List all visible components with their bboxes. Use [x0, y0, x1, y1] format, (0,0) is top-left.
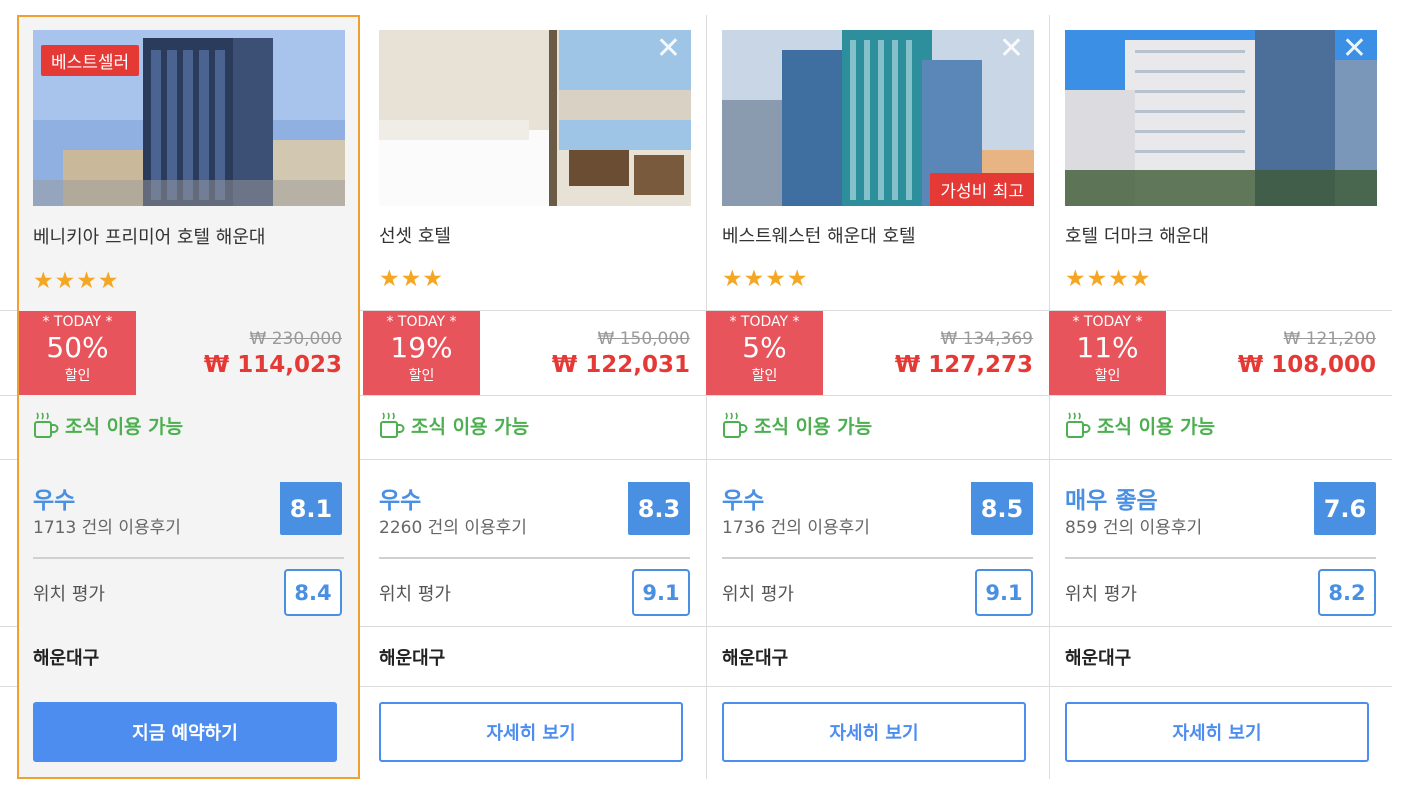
- breakfast-available: 조식 이용 가능: [379, 411, 529, 439]
- location-score: 8.4: [284, 569, 342, 616]
- breakfast-label: 조식 이용 가능: [65, 415, 184, 438]
- coffee-cup-icon: [723, 412, 748, 438]
- bestseller-badge: 베스트셀러: [41, 45, 140, 76]
- district-label: 해운대구: [33, 648, 100, 669]
- review-count[interactable]: 2260 건의 이용후기: [379, 513, 527, 538]
- discounted-price: ₩ 114,023: [203, 352, 342, 378]
- coffee-cup-icon: [380, 412, 405, 438]
- today-discount-box: * TODAY * 19% 할인: [363, 311, 480, 395]
- discount-percent: 11%: [1076, 331, 1139, 364]
- best-value-badge: 가성비 최고: [930, 173, 1034, 206]
- today-discount-box: * TODAY * 5% 할인: [706, 311, 823, 395]
- review-count[interactable]: 859 건의 이용후기: [1065, 513, 1202, 538]
- original-price: ₩ 150,000: [597, 329, 690, 349]
- hotel-card[interactable]: ✕ 선셋 호텔 ★★★ * TODAY * 19% 할인 ₩ 150,000 ₩…: [363, 15, 707, 779]
- today-label: * TODAY *: [729, 314, 800, 330]
- view-details-button[interactable]: 자세히 보기: [722, 702, 1026, 762]
- breakfast-available: 조식 이용 가능: [1065, 411, 1215, 439]
- today-discount-box: * TODAY * 11% 할인: [1049, 311, 1166, 395]
- review-score: 8.1: [280, 482, 342, 535]
- discount-percent: 5%: [742, 331, 787, 364]
- rating-word: 매우 좋음: [1065, 488, 1158, 514]
- hotel-name[interactable]: 선셋 호텔: [379, 222, 451, 248]
- hotel-card[interactable]: ✕ 호텔 더마크 해운대 ★★★★ * TODAY * 11% 할인 ₩ 121…: [1049, 15, 1392, 779]
- location-score: 8.2: [1318, 569, 1376, 616]
- discount-suffix: 할인: [64, 368, 91, 384]
- rating-word: 우수: [33, 488, 76, 514]
- location-score: 9.1: [975, 569, 1033, 616]
- discount-suffix: 할인: [751, 368, 778, 384]
- original-price: ₩ 121,200: [1283, 329, 1376, 349]
- view-details-button[interactable]: 자세히 보기: [1065, 702, 1369, 762]
- close-icon[interactable]: ✕: [999, 34, 1024, 64]
- breakfast-available: 조식 이용 가능: [33, 411, 183, 439]
- location-label: 위치 평가: [1065, 584, 1137, 605]
- review-count[interactable]: 1736 건의 이용후기: [722, 513, 870, 538]
- hotel-photo[interactable]: ✕: [379, 30, 691, 206]
- discounted-price: ₩ 108,000: [1237, 352, 1376, 378]
- location-score: 9.1: [632, 569, 690, 616]
- coffee-cup-icon: [1066, 412, 1091, 438]
- breakfast-label: 조식 이용 가능: [754, 415, 873, 438]
- divider: [722, 557, 1033, 559]
- hotel-card[interactable]: 베스트셀러 베니키아 프리미어 호텔 해운대 ★★★★ * TODAY * 50…: [17, 15, 360, 779]
- today-label: * TODAY *: [42, 314, 113, 330]
- district-label: 해운대구: [722, 648, 789, 669]
- book-now-button[interactable]: 지금 예약하기: [33, 702, 337, 762]
- discounted-price: ₩ 127,273: [894, 352, 1033, 378]
- review-score: 8.3: [628, 482, 690, 535]
- district-label: 해운대구: [379, 648, 446, 669]
- today-label: * TODAY *: [386, 314, 457, 330]
- review-count[interactable]: 1713 건의 이용후기: [33, 513, 181, 538]
- rating-word: 우수: [379, 488, 422, 514]
- discount-suffix: 할인: [1094, 368, 1121, 384]
- district-label: 해운대구: [1065, 648, 1132, 669]
- close-icon[interactable]: ✕: [656, 34, 681, 64]
- breakfast-label: 조식 이용 가능: [1097, 415, 1216, 438]
- original-price: ₩ 134,369: [940, 329, 1033, 349]
- breakfast-available: 조식 이용 가능: [722, 411, 872, 439]
- hotel-name[interactable]: 베니키아 프리미어 호텔 해운대: [33, 223, 265, 249]
- review-score: 8.5: [971, 482, 1033, 535]
- hotel-card[interactable]: ✕ 가성비 최고 베스트웨스턴 해운대 호텔 ★★★★ * TODAY * 5%…: [706, 15, 1050, 779]
- discount-percent: 19%: [390, 331, 453, 364]
- discount-percent: 50%: [46, 331, 109, 364]
- hotel-photo[interactable]: ✕: [1065, 30, 1377, 206]
- hotel-name[interactable]: 호텔 더마크 해운대: [1065, 222, 1209, 248]
- location-label: 위치 평가: [722, 584, 794, 605]
- divider: [33, 557, 344, 559]
- location-label: 위치 평가: [33, 584, 105, 605]
- divider: [1065, 557, 1376, 559]
- hotel-photo[interactable]: 베스트셀러: [33, 30, 345, 206]
- today-label: * TODAY *: [1072, 314, 1143, 330]
- original-price: ₩ 230,000: [249, 329, 342, 349]
- divider: [379, 557, 690, 559]
- breakfast-label: 조식 이용 가능: [411, 415, 530, 438]
- rating-word: 우수: [722, 488, 765, 514]
- coffee-cup-icon: [34, 412, 59, 438]
- hotel-photo[interactable]: ✕ 가성비 최고: [722, 30, 1034, 206]
- discount-suffix: 할인: [408, 368, 435, 384]
- star-rating: ★★★: [379, 266, 444, 292]
- today-discount-box: * TODAY * 50% 할인: [19, 311, 136, 395]
- location-label: 위치 평가: [379, 584, 451, 605]
- star-rating: ★★★★: [33, 268, 120, 294]
- review-score: 7.6: [1314, 482, 1376, 535]
- discounted-price: ₩ 122,031: [551, 352, 690, 378]
- star-rating: ★★★★: [722, 266, 809, 292]
- view-details-button[interactable]: 자세히 보기: [379, 702, 683, 762]
- star-rating: ★★★★: [1065, 266, 1152, 292]
- close-icon[interactable]: ✕: [1342, 34, 1367, 64]
- hotel-name[interactable]: 베스트웨스턴 해운대 호텔: [722, 222, 916, 248]
